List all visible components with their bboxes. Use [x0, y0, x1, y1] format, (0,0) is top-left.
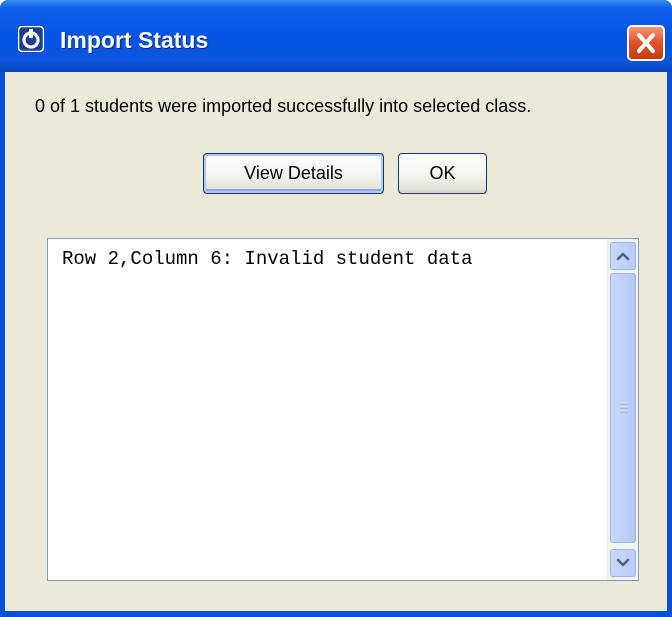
app-logo-icon — [18, 26, 44, 52]
scroll-down-button[interactable] — [610, 549, 636, 577]
view-details-button[interactable]: View Details — [203, 153, 384, 194]
details-log-textarea[interactable]: Row 2,Column 6: Invalid student data — [47, 238, 639, 581]
scroll-thumb[interactable] — [610, 273, 636, 543]
dialog-content: 0 of 1 students were imported successful… — [5, 72, 667, 611]
import-result-message: 0 of 1 students were imported successful… — [35, 96, 532, 116]
close-icon — [637, 33, 655, 53]
close-button[interactable] — [627, 25, 665, 61]
vertical-scrollbar[interactable] — [607, 239, 638, 580]
ok-button[interactable]: OK — [398, 153, 487, 194]
scroll-up-button[interactable] — [610, 242, 636, 270]
import-status-dialog: Import Status 0 of 1 students were impor… — [0, 0, 672, 617]
log-line: Row 2,Column 6: Invalid student data — [62, 248, 473, 270]
grip-icon — [620, 402, 628, 413]
window-title: Import Status — [60, 27, 209, 53]
chevron-down-icon — [616, 558, 630, 567]
title-bar[interactable]: Import Status — [0, 0, 672, 72]
chevron-up-icon — [616, 252, 630, 261]
